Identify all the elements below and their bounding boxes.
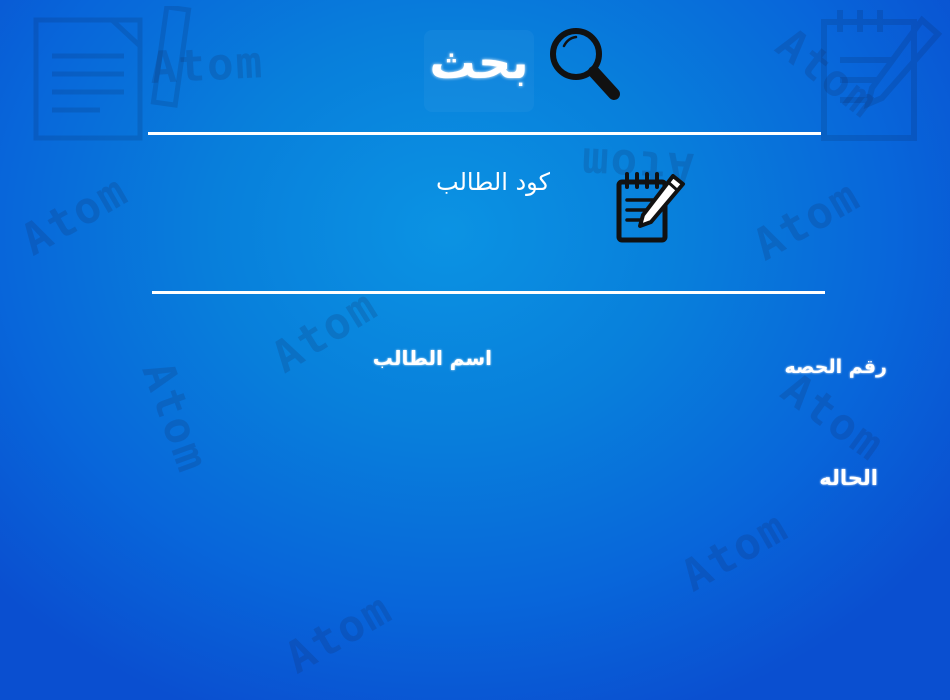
watermark-text: Atom bbox=[744, 169, 870, 272]
watermark-text: Atom bbox=[276, 582, 402, 685]
watermark-text: Atom bbox=[12, 164, 138, 267]
watermark-text: Atom bbox=[766, 18, 888, 129]
watermark-text: Atom bbox=[672, 500, 798, 603]
watermark-text: Atom bbox=[131, 355, 219, 480]
header-divider bbox=[148, 132, 821, 135]
watermark-text: Atom bbox=[148, 37, 266, 94]
notepad-pencil-icon bbox=[821, 10, 943, 141]
magnifier-icon bbox=[550, 28, 620, 100]
student-code-field[interactable] bbox=[380, 160, 550, 204]
status-label: الحاله bbox=[819, 466, 878, 490]
search-button[interactable] bbox=[544, 22, 624, 104]
document-icon bbox=[33, 6, 192, 141]
student-name-label: اسم الطالب bbox=[372, 346, 492, 370]
page-title: بحث bbox=[429, 35, 529, 89]
watermark-text: Atom bbox=[263, 279, 387, 384]
notepad-pencil-icon bbox=[616, 172, 685, 243]
form-divider bbox=[152, 291, 825, 294]
session-number-label: رقم الحصه bbox=[784, 356, 887, 378]
watermark-text: Atom bbox=[771, 363, 895, 472]
